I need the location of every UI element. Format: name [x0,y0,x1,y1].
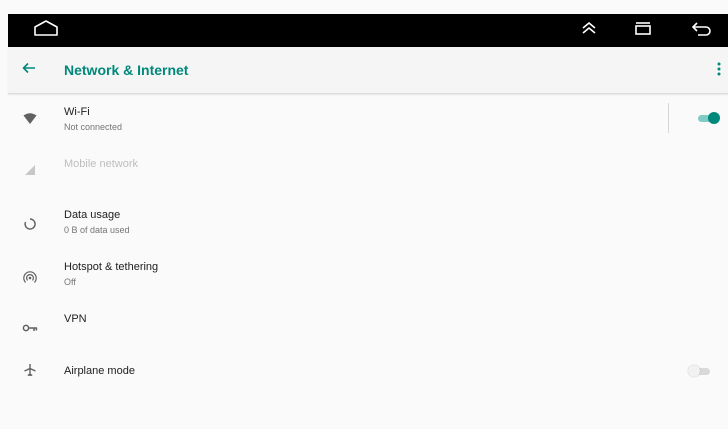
list-item-airplane-mode[interactable]: Airplane mode [8,346,728,394]
page-title: Network & Internet [64,62,189,78]
vpn-key-icon [18,316,42,340]
navigation-bar [8,14,728,47]
hotspot-title: Hotspot & tethering [64,261,159,273]
airplane-icon [18,358,42,382]
hotspot-icon [18,265,42,289]
signal-icon [18,158,42,182]
wifi-toggle[interactable] [696,111,722,125]
back-arrow-icon [690,20,712,41]
wifi-status: Not connected [64,122,123,132]
toggle-thumb [688,365,700,377]
list-item-wifi[interactable]: Wi-Fi Not connected [8,95,728,143]
data-usage-title: Data usage [64,209,121,221]
wifi-icon [18,107,42,131]
app-bar: Network & Internet [8,47,728,94]
hotspot-status: Off [64,277,76,287]
home-button[interactable] [26,14,66,47]
wifi-title: Wi-Fi [64,106,90,118]
system-back-button[interactable] [684,14,718,47]
airplane-mode-title: Airplane mode [64,365,135,377]
list-item-vpn[interactable]: VPN [8,302,728,350]
data-usage-icon [18,212,42,236]
settings-screen: Network & Internet Wi-Fi Not connected M… [0,0,728,429]
arrow-left-icon [22,61,36,79]
data-usage-summary: 0 B of data used [64,225,130,235]
expand-up-icon [580,20,598,41]
up-button[interactable] [18,59,40,81]
list-item-hotspot[interactable]: Hotspot & tethering Off [8,250,728,298]
recents-icon [633,20,653,41]
more-vert-icon [717,62,721,81]
recents-button[interactable] [628,14,658,47]
mobile-network-title: Mobile network [64,158,138,170]
vpn-title: VPN [64,313,87,325]
expand-up-button[interactable] [574,14,604,47]
toggle-thumb [708,112,720,124]
airplane-mode-toggle[interactable] [688,364,714,378]
home-icon [33,19,59,42]
list-item-mobile-network: Mobile network [8,145,728,193]
divider [668,103,669,133]
overflow-menu-button[interactable] [714,61,724,81]
list-item-data-usage[interactable]: Data usage 0 B of data used [8,198,728,246]
